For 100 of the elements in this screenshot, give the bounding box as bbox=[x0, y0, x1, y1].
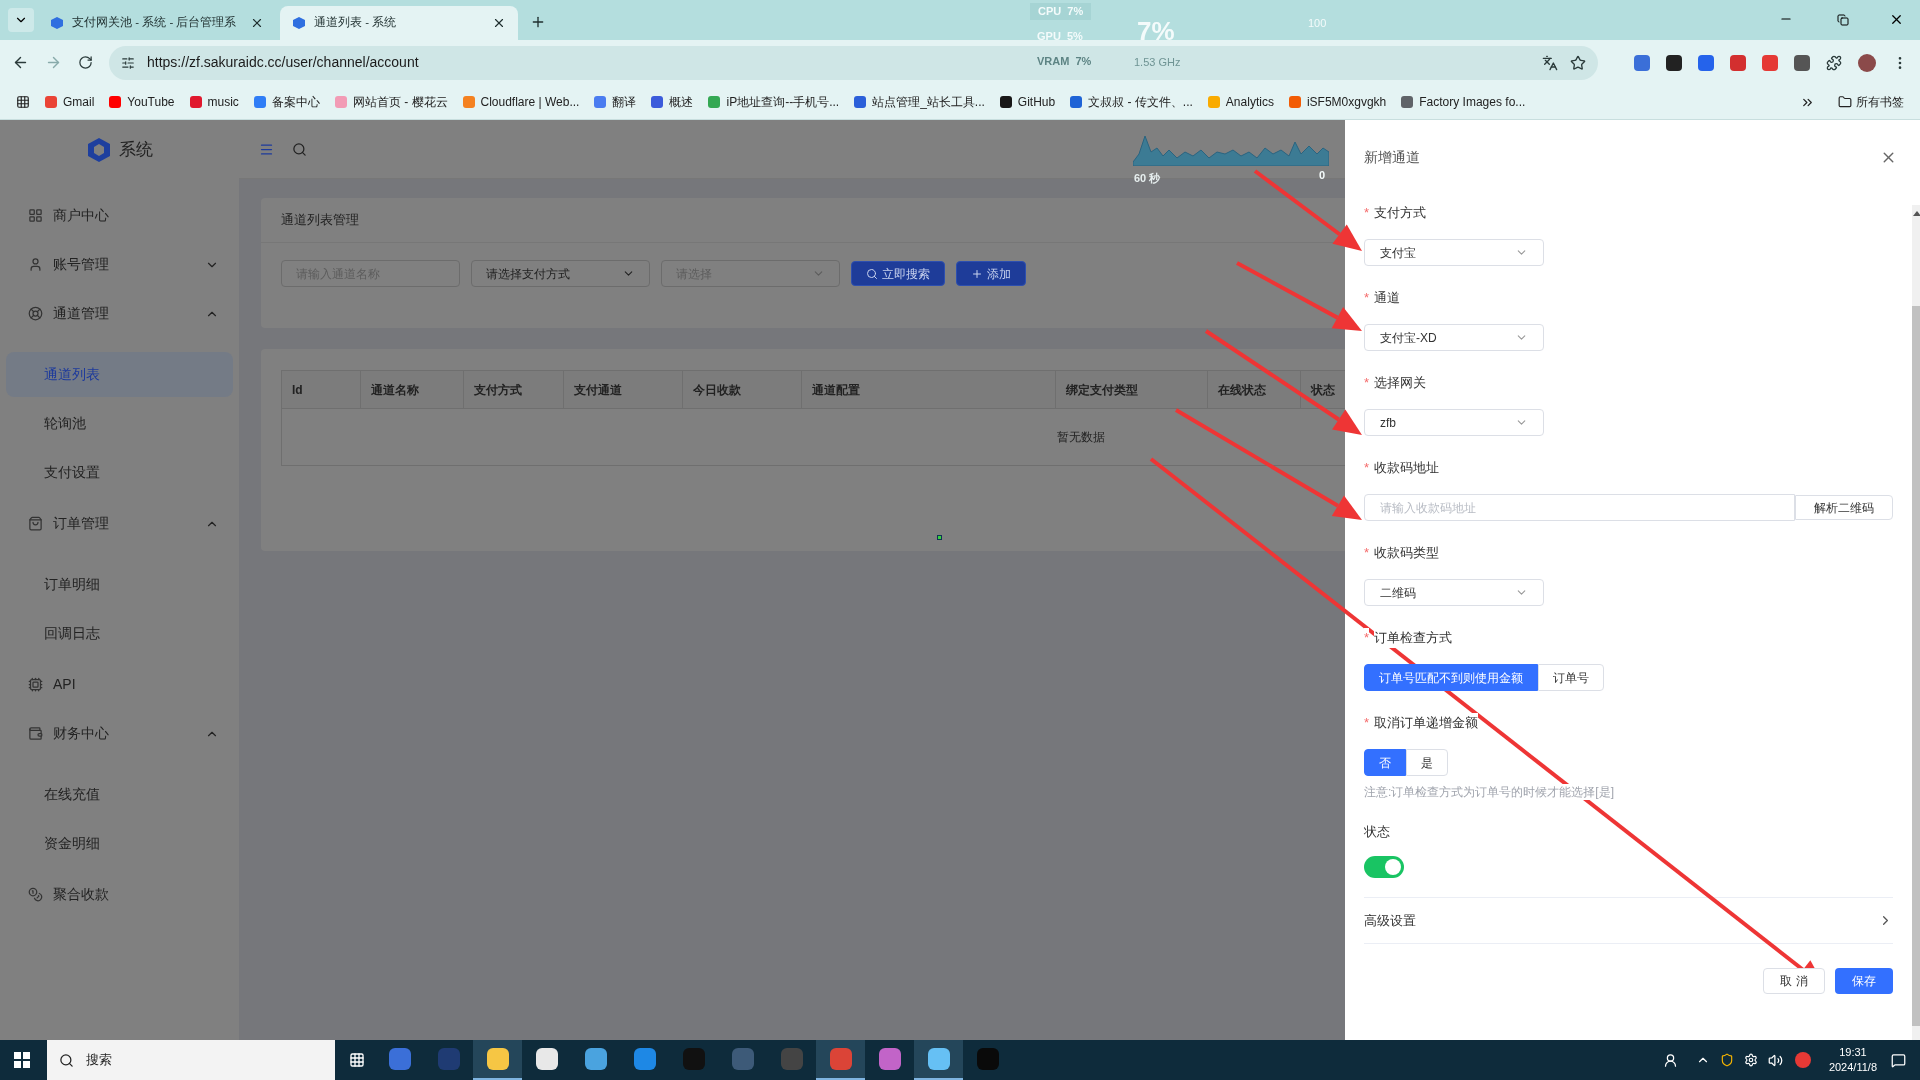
graph-span-label: 60 秒 bbox=[1134, 171, 1161, 186]
back-icon[interactable] bbox=[12, 54, 29, 71]
sidebar-item[interactable]: 资金明细 bbox=[6, 821, 233, 866]
bookmark[interactable]: Analytics bbox=[1207, 93, 1274, 111]
select-field[interactable]: 支付宝 bbox=[1364, 239, 1544, 266]
sidebar-item[interactable]: 订单明细 bbox=[6, 562, 233, 607]
people-icon[interactable] bbox=[1662, 1052, 1678, 1068]
sidebar-item[interactable]: 轮询池 bbox=[6, 401, 233, 446]
scrollbar[interactable] bbox=[1912, 205, 1920, 1040]
close-icon[interactable] bbox=[492, 16, 506, 30]
segment-option[interactable]: 是 bbox=[1406, 749, 1448, 776]
bookmark[interactable]: GitHub bbox=[999, 93, 1056, 111]
extension-icon[interactable] bbox=[1666, 54, 1682, 71]
site-info-icon[interactable] bbox=[121, 55, 135, 70]
tab-title: 支付网关池 - 系统 - 后台管理系 bbox=[72, 15, 238, 31]
sidebar-item[interactable]: 订单管理 bbox=[0, 501, 239, 546]
sidebar-item[interactable]: 商户中心 bbox=[0, 193, 239, 238]
segment-option[interactable]: 否 bbox=[1364, 749, 1406, 776]
extensions-icon[interactable] bbox=[1826, 54, 1842, 71]
bookmark[interactable]: 概述 bbox=[651, 93, 694, 111]
search-icon[interactable] bbox=[292, 141, 307, 157]
label-text: 订单检查方式 bbox=[1374, 628, 1453, 648]
sidebar-item[interactable]: 在线充值 bbox=[6, 772, 233, 817]
hexagon-icon bbox=[50, 16, 64, 30]
clock-reading: 1.53 GHz bbox=[1134, 55, 1181, 70]
sidebar-item[interactable]: 聚合收款 bbox=[0, 872, 239, 917]
lifebuoy-icon bbox=[28, 306, 43, 321]
apps-icon[interactable] bbox=[16, 95, 30, 109]
graph-value-label: 0 bbox=[1319, 168, 1326, 183]
column-header: 在线状态 bbox=[1207, 371, 1301, 408]
select-field[interactable]: 支付宝-XD bbox=[1364, 324, 1544, 351]
drawer-title: 新增通道 bbox=[1364, 147, 1420, 167]
taskbar-search-field[interactable]: 搜索 bbox=[47, 1040, 335, 1080]
bookmark[interactable]: Gmail bbox=[45, 93, 95, 111]
bookmark[interactable]: YouTube bbox=[109, 93, 175, 111]
close-icon[interactable] bbox=[1889, 12, 1904, 27]
bookmark[interactable]: iSF5M0xgvgkh bbox=[1288, 93, 1387, 111]
new-tab-icon[interactable] bbox=[530, 14, 546, 30]
select-field[interactable]: 二维码 bbox=[1364, 579, 1544, 606]
scroll-up-icon[interactable] bbox=[1912, 211, 1920, 216]
menu-icon[interactable] bbox=[259, 141, 274, 157]
gear-icon[interactable] bbox=[1743, 1053, 1758, 1067]
translate-icon[interactable] bbox=[1542, 54, 1558, 71]
folder-icon bbox=[1838, 95, 1852, 109]
bookmark[interactable]: Factory Images fo... bbox=[1401, 93, 1526, 111]
browser-tab[interactable]: 支付网关池 - 系统 - 后台管理系 bbox=[38, 6, 276, 40]
sidebar-item[interactable]: 支付设置 bbox=[6, 450, 233, 495]
ime-icon[interactable] bbox=[1794, 1052, 1811, 1068]
sidebar-item[interactable]: 账号管理 bbox=[0, 242, 239, 287]
bookmark[interactable]: 站点管理_站长工具... bbox=[854, 93, 985, 111]
grid-icon bbox=[28, 208, 43, 223]
select-field[interactable]: zfb bbox=[1364, 409, 1544, 436]
parse-qr-button[interactable]: 解析二维码 bbox=[1795, 495, 1893, 520]
segment-option[interactable]: 订单号匹配不到则使用金额 bbox=[1364, 664, 1538, 691]
taskbar-app[interactable] bbox=[473, 1040, 522, 1080]
search-placeholder: 搜索 bbox=[86, 1051, 112, 1070]
sidebar-item[interactable]: 通道管理 bbox=[0, 291, 239, 336]
bookmark[interactable]: 翻译 bbox=[594, 93, 637, 111]
column-header: 通道名称 bbox=[360, 371, 464, 408]
tab-title: 通道列表 - 系统 bbox=[314, 15, 398, 31]
reload-icon[interactable] bbox=[78, 55, 93, 70]
payment-method-select[interactable]: 请选择支付方式 bbox=[471, 260, 650, 287]
sidebar-item[interactable]: 财务中心 bbox=[0, 711, 239, 756]
profile-avatar[interactable] bbox=[1858, 53, 1876, 72]
sidebar-item[interactable]: 回调日志 bbox=[6, 611, 233, 656]
task-view-icon[interactable] bbox=[349, 1052, 365, 1068]
tab-list-button[interactable] bbox=[8, 8, 34, 32]
max-reading: 100 bbox=[1308, 16, 1327, 31]
advanced-settings[interactable]: 高级设置 bbox=[1364, 910, 1416, 931]
add-button[interactable]: 添加 bbox=[956, 261, 1026, 286]
bookmark[interactable]: music bbox=[189, 93, 239, 111]
bookmark[interactable]: Cloudflare | Web... bbox=[462, 93, 580, 111]
sidebar-item[interactable]: API bbox=[0, 662, 239, 707]
close-icon[interactable] bbox=[250, 16, 264, 30]
user-icon bbox=[28, 257, 43, 272]
save-button[interactable]: 保存 bbox=[1835, 968, 1893, 994]
windows-icon[interactable] bbox=[14, 1052, 30, 1068]
bag-icon bbox=[28, 516, 43, 531]
gpu-reading: GPU 5% bbox=[1037, 29, 1083, 44]
segment-option[interactable]: 订单号 bbox=[1538, 664, 1604, 691]
status-switch[interactable] bbox=[1364, 856, 1404, 878]
restore-icon[interactable] bbox=[1837, 14, 1849, 26]
extension-icon[interactable] bbox=[1794, 54, 1810, 71]
bookmark[interactable]: iP地址查询--手机号... bbox=[708, 93, 840, 111]
bookmark[interactable]: 网站首页 - 樱花云 bbox=[334, 93, 448, 111]
notification-icon[interactable] bbox=[1891, 1052, 1906, 1068]
bookmark[interactable]: 备案中心 bbox=[253, 93, 320, 111]
shield-icon[interactable] bbox=[1719, 1053, 1734, 1067]
taskbar-app[interactable] bbox=[914, 1040, 963, 1080]
browser-tab[interactable]: 通道列表 - 系统 bbox=[280, 6, 518, 40]
all-bookmarks-folder[interactable]: 所有书签 bbox=[1838, 93, 1904, 111]
star-icon[interactable] bbox=[1570, 54, 1586, 71]
load-reading: 7% bbox=[1137, 15, 1175, 48]
search-button[interactable]: 立即搜索 bbox=[851, 261, 945, 286]
bookmark[interactable]: 文叔叔 - 传文件、... bbox=[1070, 93, 1193, 111]
address-field[interactable]: 请输入收款码地址 bbox=[1364, 494, 1795, 521]
clock-time: 19:31 bbox=[1839, 1045, 1867, 1060]
vram-reading: VRAM 7% bbox=[1037, 54, 1092, 69]
cancel-button[interactable]: 取 消 bbox=[1763, 968, 1825, 994]
volume-icon[interactable] bbox=[1767, 1052, 1783, 1068]
